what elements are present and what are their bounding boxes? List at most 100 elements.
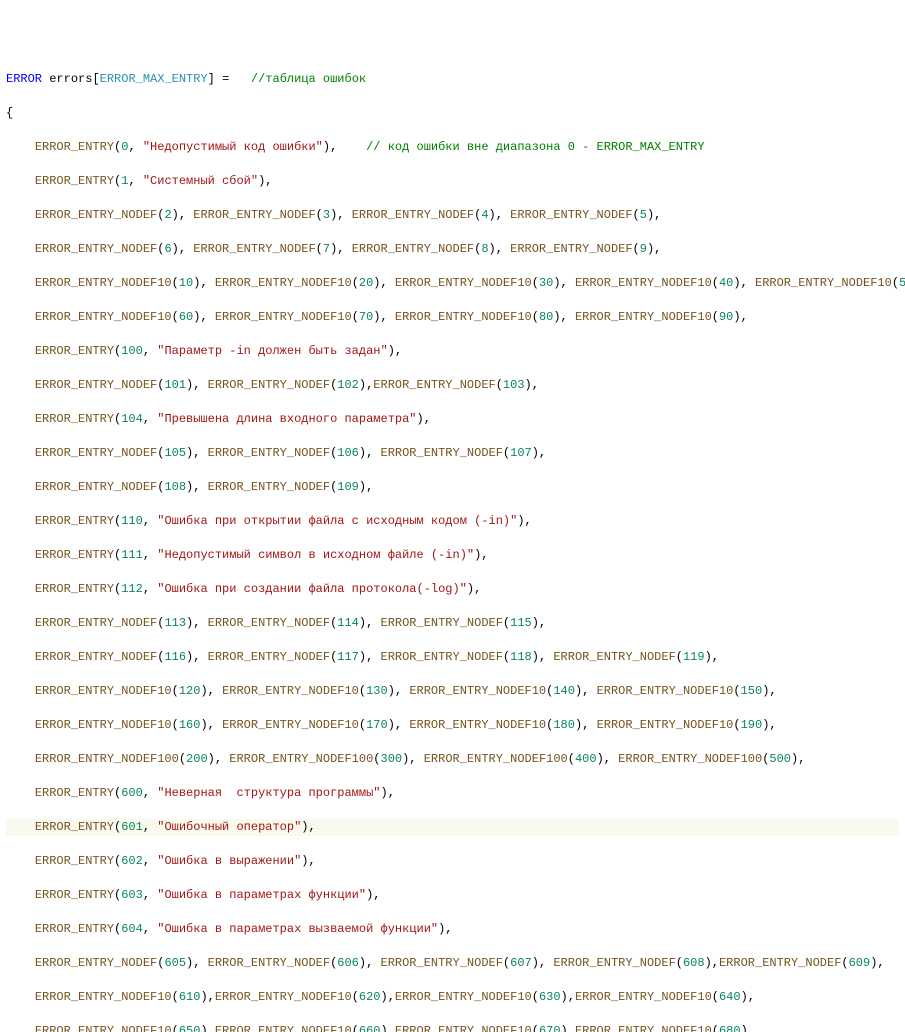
number: 10 bbox=[179, 276, 193, 290]
identifier: errors bbox=[49, 72, 92, 86]
macro: ERROR_ENTRY bbox=[35, 548, 114, 562]
macro: ERROR_ENTRY_NODEF10 bbox=[215, 990, 352, 1004]
number: 80 bbox=[539, 310, 553, 324]
number: 20 bbox=[359, 276, 373, 290]
macro: ERROR_ENTRY_NODEF10 bbox=[35, 990, 172, 1004]
macro: ERROR_ENTRY_NODEF100 bbox=[424, 752, 568, 766]
macro: ERROR_ENTRY_NODEF bbox=[35, 616, 157, 630]
number: 111 bbox=[121, 548, 143, 562]
number: 40 bbox=[719, 276, 733, 290]
number: 604 bbox=[121, 922, 143, 936]
macro: ERROR_ENTRY_NODEF bbox=[381, 616, 503, 630]
number: 107 bbox=[510, 446, 532, 460]
code-line: ERROR_ENTRY(0, "Недопустимый код ошибки"… bbox=[6, 139, 899, 156]
string: "Неверная структура программы" bbox=[157, 786, 380, 800]
comment: // код ошибки вне диапазона 0 - ERROR_MA… bbox=[366, 140, 704, 154]
macro: ERROR_ENTRY_NODEF bbox=[553, 956, 675, 970]
number: 602 bbox=[121, 854, 143, 868]
macro: ERROR_ENTRY bbox=[35, 582, 114, 596]
string: "Параметр -in должен быть задан" bbox=[157, 344, 387, 358]
macro: ERROR_ENTRY_NODEF bbox=[208, 480, 330, 494]
code-line: ERROR_ENTRY(600, "Неверная структура про… bbox=[6, 785, 899, 802]
number: 601 bbox=[121, 820, 143, 834]
macro: ERROR_ENTRY bbox=[35, 412, 114, 426]
code-line: ERROR_ENTRY_NODEF(108), ERROR_ENTRY_NODE… bbox=[6, 479, 899, 496]
code-line: ERROR_ENTRY(112, "Ошибка при создании фа… bbox=[6, 581, 899, 598]
code-line: ERROR errors[ERROR_MAX_ENTRY] = //таблиц… bbox=[6, 71, 899, 88]
number: 606 bbox=[337, 956, 359, 970]
string: "Ошибка при создании файла протокола(-lo… bbox=[157, 582, 467, 596]
number: 150 bbox=[741, 684, 763, 698]
number: 170 bbox=[366, 718, 388, 732]
macro: ERROR_ENTRY bbox=[35, 820, 114, 834]
number: 120 bbox=[179, 684, 201, 698]
code-line: ERROR_ENTRY_NODEF10(120), ERROR_ENTRY_NO… bbox=[6, 683, 899, 700]
macro: ERROR_ENTRY_NODEF bbox=[35, 208, 157, 222]
code-line: ERROR_ENTRY_NODEF100(200), ERROR_ENTRY_N… bbox=[6, 751, 899, 768]
code-line: ERROR_ENTRY_NODEF(2), ERROR_ENTRY_NODEF(… bbox=[6, 207, 899, 224]
macro: ERROR_ENTRY_NODEF10 bbox=[575, 310, 712, 324]
macro: ERROR_ENTRY_NODEF10 bbox=[35, 310, 172, 324]
macro: ERROR_ENTRY_NODEF bbox=[719, 956, 841, 970]
code-line: ERROR_ENTRY_NODEF(6), ERROR_ENTRY_NODEF(… bbox=[6, 241, 899, 258]
code-line-current: ERROR_ENTRY(601, "Ошибочный оператор"), bbox=[6, 819, 899, 836]
macro: ERROR_ENTRY_NODEF bbox=[208, 378, 330, 392]
macro: ERROR_ENTRY_NODEF bbox=[208, 616, 330, 630]
number: 113 bbox=[164, 616, 186, 630]
macro: ERROR_ENTRY_NODEF bbox=[352, 242, 474, 256]
code-line: ERROR_ENTRY(104, "Превышена длина входно… bbox=[6, 411, 899, 428]
number: 50 bbox=[899, 276, 905, 290]
macro: ERROR_ENTRY_NODEF10 bbox=[395, 310, 532, 324]
macro: ERROR_ENTRY_NODEF10 bbox=[575, 1024, 712, 1032]
macro: ERROR_ENTRY_NODEF10 bbox=[575, 276, 712, 290]
macro: ERROR_ENTRY_NODEF10 bbox=[409, 684, 546, 698]
string: "Недопустимый код ошибки" bbox=[143, 140, 323, 154]
number: 5 bbox=[640, 208, 647, 222]
number: 110 bbox=[121, 514, 143, 528]
macro: ERROR_ENTRY_NODEF bbox=[381, 446, 503, 460]
number: 620 bbox=[359, 990, 381, 1004]
macro: ERROR_ENTRY bbox=[35, 174, 114, 188]
macro: ERROR_ENTRY_NODEF10 bbox=[35, 684, 172, 698]
number: 670 bbox=[539, 1024, 561, 1032]
number: 116 bbox=[164, 650, 186, 664]
macro: ERROR_ENTRY_NODEF bbox=[35, 378, 157, 392]
macro: ERROR_ENTRY_NODEF bbox=[208, 446, 330, 460]
macro: ERROR_ENTRY_NODEF bbox=[373, 378, 495, 392]
macro: ERROR_ENTRY bbox=[35, 786, 114, 800]
code-line: ERROR_ENTRY_NODEF(105), ERROR_ENTRY_NODE… bbox=[6, 445, 899, 462]
macro: ERROR_ENTRY_NODEF10 bbox=[215, 1024, 352, 1032]
macro: ERROR_ENTRY bbox=[35, 888, 114, 902]
macro: ERROR_ENTRY_NODEF bbox=[208, 650, 330, 664]
macro: ERROR_ENTRY_NODEF bbox=[193, 208, 315, 222]
code-line: ERROR_ENTRY(1, "Системный сбой"), bbox=[6, 173, 899, 190]
number: 130 bbox=[366, 684, 388, 698]
code-line: ERROR_ENTRY_NODEF(101), ERROR_ENTRY_NODE… bbox=[6, 377, 899, 394]
macro: ERROR_ENTRY bbox=[35, 854, 114, 868]
number: 90 bbox=[719, 310, 733, 324]
macro: ERROR_ENTRY_NODEF10 bbox=[395, 276, 532, 290]
number: 180 bbox=[553, 718, 575, 732]
code-line: ERROR_ENTRY(603, "Ошибка в параметрах фу… bbox=[6, 887, 899, 904]
code-editor[interactable]: ERROR errors[ERROR_MAX_ENTRY] = //таблиц… bbox=[6, 71, 899, 1032]
number: 102 bbox=[337, 378, 359, 392]
number: 115 bbox=[510, 616, 532, 630]
number: 4 bbox=[481, 208, 488, 222]
keyword: ERROR bbox=[6, 72, 42, 86]
macro: ERROR_ENTRY_NODEF10 bbox=[597, 684, 734, 698]
number: 140 bbox=[553, 684, 575, 698]
string: "Ошибочный оператор" bbox=[157, 820, 301, 834]
macro: ERROR_ENTRY_NODEF10 bbox=[35, 1024, 172, 1032]
code-line: ERROR_ENTRY(602, "Ошибка в выражении"), bbox=[6, 853, 899, 870]
number: 640 bbox=[719, 990, 741, 1004]
macro: ERROR_ENTRY_NODEF bbox=[381, 650, 503, 664]
number: 119 bbox=[683, 650, 705, 664]
macro: ERROR_ENTRY_NODEF100 bbox=[618, 752, 762, 766]
macro: ERROR_ENTRY_NODEF bbox=[510, 208, 632, 222]
string: "Ошибка в параметрах вызваемой функции" bbox=[157, 922, 438, 936]
number: 200 bbox=[186, 752, 208, 766]
number: 105 bbox=[164, 446, 186, 460]
number: 610 bbox=[179, 990, 201, 1004]
number: 100 bbox=[121, 344, 143, 358]
macro: ERROR_ENTRY_NODEF10 bbox=[409, 718, 546, 732]
